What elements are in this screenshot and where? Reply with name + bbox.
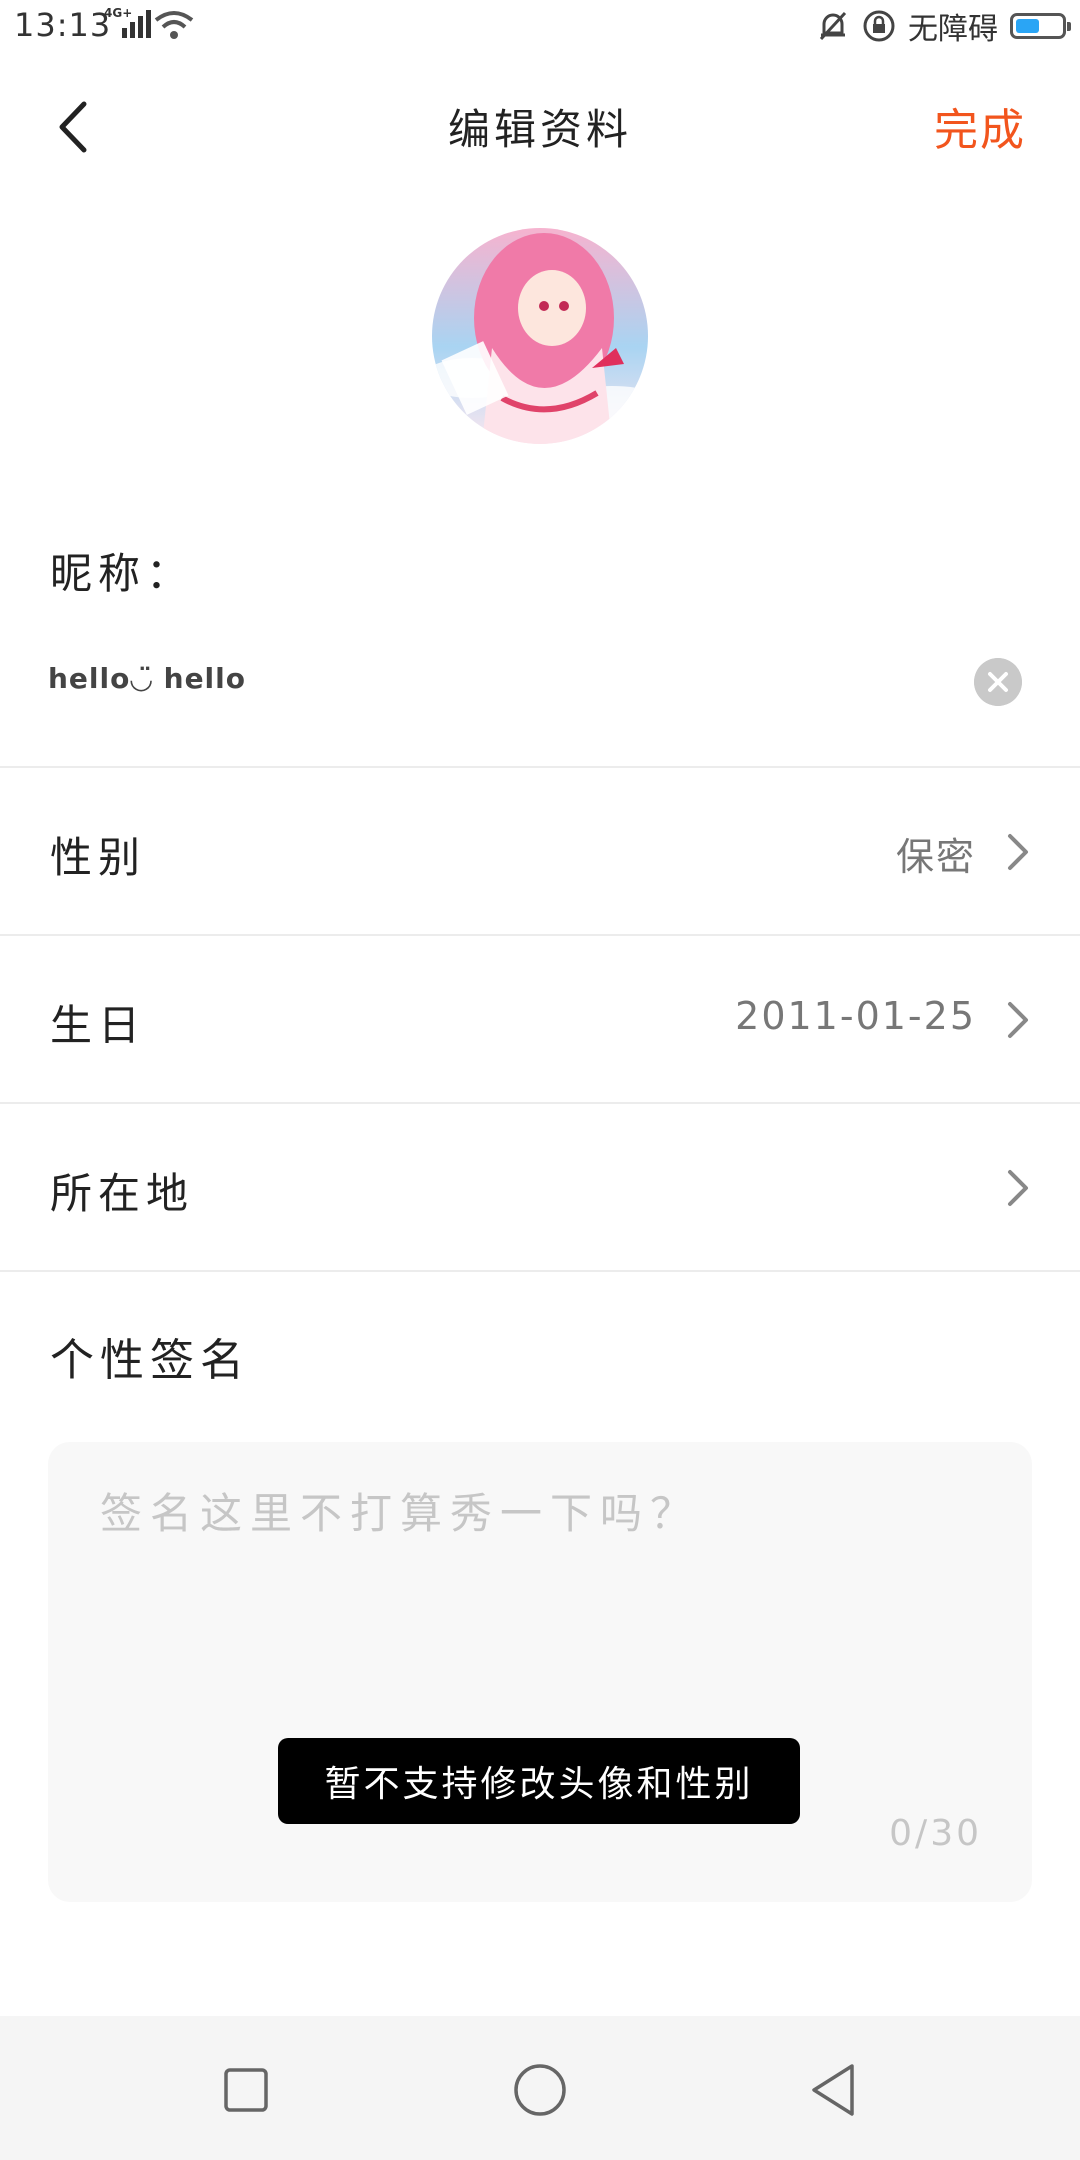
location-row[interactable]: 所在地: [0, 1104, 1080, 1270]
status-bar: 13:13 4G+ 无障碍: [0, 0, 1080, 56]
mute-bell-icon: [819, 11, 847, 41]
gender-row[interactable]: 性别 保密: [0, 768, 1080, 934]
battery-fill: [1016, 19, 1039, 33]
home-icon[interactable]: [510, 2060, 570, 2120]
gender-value: 保密: [895, 835, 976, 879]
toast-message: 暂不支持修改头像和性别: [278, 1738, 800, 1824]
signature-placeholder: 签名这里不打算秀一下吗？: [100, 1489, 701, 1538]
location-label: 所在地: [50, 1169, 195, 1218]
wifi-icon: [154, 11, 194, 39]
navigation-bar: [0, 2016, 1080, 2160]
network-type: 4G+: [104, 6, 133, 20]
recent-apps-icon[interactable]: [216, 2060, 276, 2120]
birthday-value: 2011-01-25: [735, 994, 976, 1038]
back-nav-icon[interactable]: [804, 2060, 864, 2120]
clear-icon[interactable]: [974, 658, 1022, 706]
battery-icon: [1010, 13, 1071, 39]
status-time: 13:13: [14, 6, 112, 44]
gender-label: 性别: [50, 833, 147, 882]
signature-input[interactable]: 签名这里不打算秀一下吗？ 0/30: [48, 1442, 1032, 1902]
divider: [0, 1270, 1080, 1272]
nickname-label: 昵称：: [50, 549, 195, 598]
page-title: 编辑资料: [447, 105, 632, 154]
nickname-input[interactable]: [48, 648, 948, 708]
rotation-lock-icon: [863, 10, 895, 42]
chevron-right-icon: [1008, 1002, 1028, 1038]
chevron-right-icon: [1008, 834, 1028, 870]
header: 编辑资料 完成: [0, 56, 1080, 196]
done-button[interactable]: 完成: [934, 94, 1026, 158]
character-counter: 0/30: [889, 1813, 982, 1854]
birthday-row[interactable]: 生日 2011-01-25: [0, 936, 1080, 1102]
signal-icon: 4G+: [104, 6, 152, 50]
accessibility-indicator: 无障碍: [908, 12, 998, 47]
avatar[interactable]: [432, 228, 648, 444]
birthday-label: 生日: [50, 1001, 147, 1050]
chevron-right-icon: [1008, 1170, 1028, 1206]
signature-label: 个性签名: [50, 1335, 250, 1386]
